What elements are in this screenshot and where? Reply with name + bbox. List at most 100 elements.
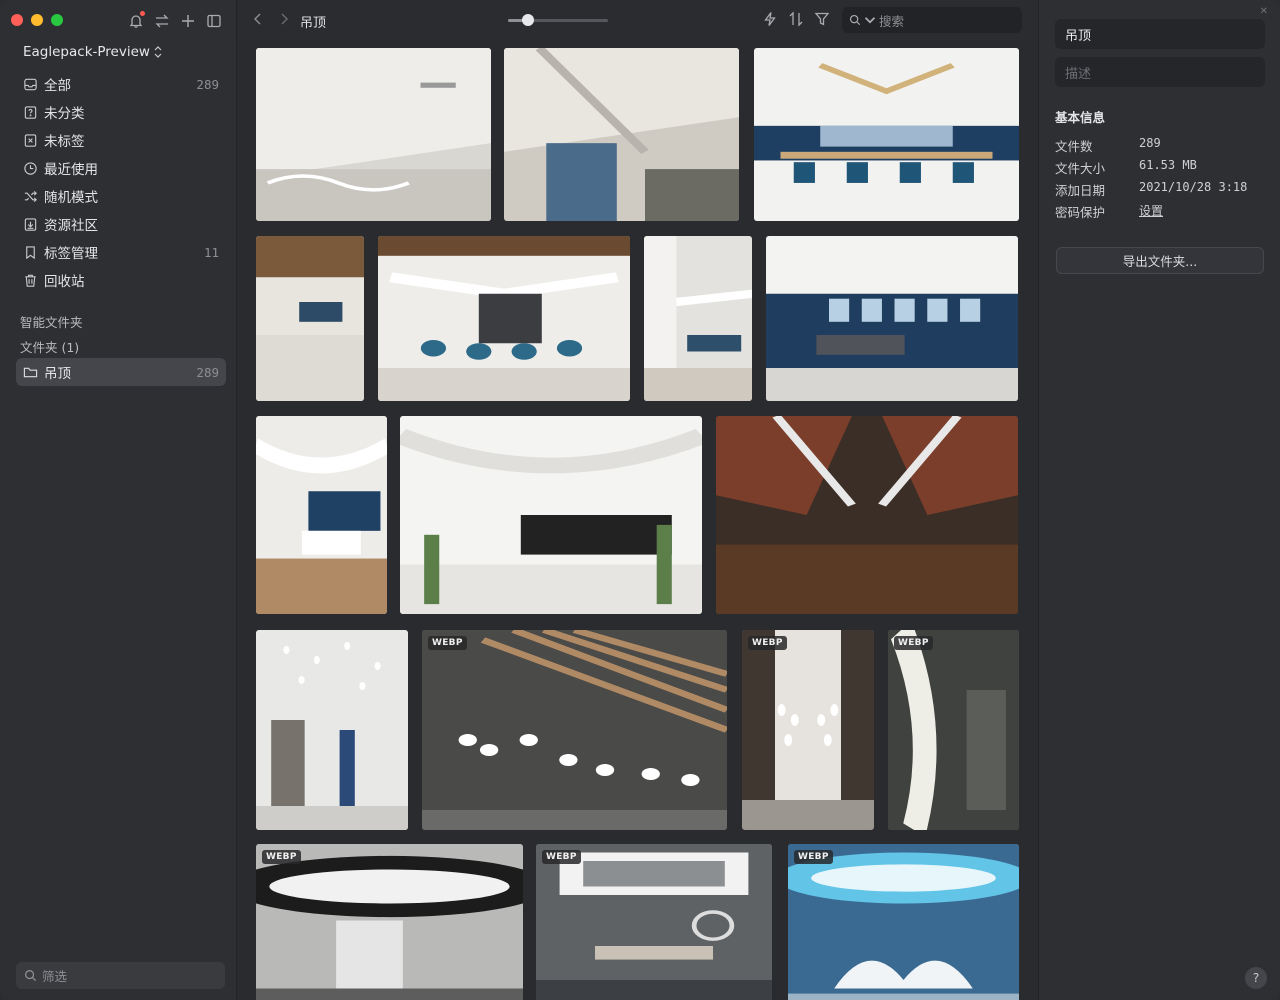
chevron-updown-icon [154, 46, 162, 58]
sidebar-item-label: 未标签 [44, 134, 85, 150]
export-folder-button[interactable]: 导出文件夹... [1056, 247, 1264, 274]
thumbnail-size-slider[interactable] [508, 14, 608, 26]
info-key: 添加日期 [1055, 183, 1106, 198]
zoom-window-button[interactable] [51, 14, 63, 26]
format-badge: WEBP [794, 850, 833, 864]
filter-button[interactable] [814, 11, 830, 31]
folder-name-field[interactable]: 吊顶 [1055, 19, 1265, 49]
image-thumbnail[interactable] [504, 48, 739, 221]
search-icon [25, 970, 37, 982]
image-thumbnail[interactable] [644, 236, 752, 401]
thumbnail-image [256, 416, 387, 614]
library-switcher[interactable]: Eaglepack-Preview [23, 44, 162, 60]
back-arrow-icon[interactable] [252, 12, 264, 26]
image-thumbnail[interactable] [766, 236, 1018, 401]
folders-heading[interactable]: 文件夹 (1) [20, 337, 79, 356]
close-window-button[interactable] [11, 14, 23, 26]
image-thumbnail[interactable]: WEBP [888, 630, 1019, 830]
sidebar-item-0[interactable]: 全部 289 [16, 70, 226, 98]
download-box-icon [22, 216, 38, 232]
sort-button[interactable] [788, 11, 804, 31]
sidebar-item-6[interactable]: 标签管理 11 [16, 238, 226, 266]
thumbnail-image [888, 630, 1019, 830]
filter-input[interactable]: 筛选 [16, 962, 225, 989]
swap-arrows-icon [155, 14, 169, 28]
sidebar-item-count: 289 [196, 76, 219, 92]
history-nav [252, 12, 290, 26]
sidebar-item-count: 11 [203, 244, 219, 260]
format-badge: WEBP [894, 636, 933, 650]
thumbnail-image [378, 236, 630, 401]
info-row-file-size: 文件大小 61.53 MB [1055, 158, 1265, 176]
image-thumbnail[interactable] [256, 416, 387, 614]
plus-icon [182, 15, 194, 27]
image-thumbnail[interactable] [256, 48, 491, 221]
filter-placeholder: 筛选 [42, 969, 68, 984]
notifications-button[interactable] [126, 11, 146, 31]
folder-item-diaoding[interactable]: 吊顶 289 [16, 358, 226, 386]
image-thumbnail[interactable] [400, 416, 702, 614]
sort-icon [789, 11, 803, 27]
thumbnail-image [422, 630, 727, 830]
clock-icon [22, 160, 38, 176]
image-thumbnail[interactable] [754, 48, 1019, 221]
folder-count: 289 [196, 364, 219, 380]
sidebar-item-4[interactable]: 随机模式 [16, 182, 226, 210]
image-thumbnail[interactable]: WEBP [788, 844, 1019, 1000]
sidebar-item-2[interactable]: 未标签 [16, 126, 226, 154]
sidebar-item-5[interactable]: 资源社区 [16, 210, 226, 238]
image-thumbnail[interactable]: WEBP [422, 630, 727, 830]
format-badge: WEBP [542, 850, 581, 864]
close-icon[interactable]: ✕ [1260, 6, 1268, 17]
search-icon [849, 14, 861, 26]
info-key: 文件数 [1055, 139, 1093, 154]
sidebar-item-label: 标签管理 [44, 246, 98, 262]
thumbnail-image [716, 416, 1018, 614]
smart-folders-heading[interactable]: 智能文件夹 [20, 312, 83, 331]
info-key: 密码保护 [1055, 205, 1106, 220]
quick-action-button[interactable] [762, 11, 778, 31]
sidebar-item-7[interactable]: 回收站 [16, 266, 226, 294]
minimize-window-button[interactable] [31, 14, 43, 26]
forward-arrow-icon[interactable] [278, 12, 290, 26]
thumbnail-image [754, 48, 1019, 221]
sidebar: Eaglepack-Preview 全部 289 未分类未标签最近使用随机模式资源社… [0, 0, 237, 1000]
format-badge: WEBP [748, 636, 787, 650]
image-thumbnail[interactable] [716, 416, 1018, 614]
folder-label: 吊顶 [44, 366, 71, 382]
help-button[interactable]: ? [1245, 967, 1267, 989]
thumbnail-image [256, 48, 491, 221]
thumbnail-image [766, 236, 1018, 401]
tag-x-icon [22, 132, 38, 148]
chevron-down-icon[interactable] [864, 14, 876, 26]
inbox-icon [22, 76, 38, 92]
add-button[interactable] [178, 11, 198, 31]
search-placeholder: 搜索 [879, 13, 905, 29]
sidebar-layout-icon [207, 14, 221, 28]
toggle-sidebar-button[interactable] [204, 11, 224, 31]
slider-knob[interactable] [522, 14, 534, 26]
image-thumbnail[interactable]: WEBP [536, 844, 772, 1000]
sync-button[interactable] [152, 11, 172, 31]
sidebar-nav: 全部 289 未分类未标签最近使用随机模式资源社区标签管理 11 回收站 [16, 70, 226, 294]
sidebar-item-1[interactable]: 未分类 [16, 98, 226, 126]
format-badge: WEBP [428, 636, 467, 650]
info-value: 289 [1139, 136, 1161, 150]
thumbnail-image [256, 630, 408, 830]
image-thumbnail[interactable] [256, 236, 364, 401]
info-value: 2021/10/28 3:18 [1139, 180, 1248, 194]
thumbnail-image [504, 48, 739, 221]
thumbnail-image [400, 416, 702, 614]
sidebar-item-label: 未分类 [44, 106, 85, 122]
search-input[interactable]: 搜索 [842, 7, 1022, 33]
sidebar-item-label: 随机模式 [44, 190, 98, 206]
lightning-icon [764, 12, 776, 26]
set-password-link[interactable]: 设置 [1139, 202, 1163, 219]
image-thumbnail[interactable] [378, 236, 630, 401]
image-thumbnail[interactable] [256, 630, 408, 830]
image-thumbnail[interactable]: WEBP [256, 844, 523, 1000]
description-field[interactable]: 描述 [1055, 57, 1265, 87]
image-thumbnail[interactable]: WEBP [742, 630, 874, 830]
sidebar-item-3[interactable]: 最近使用 [16, 154, 226, 182]
sidebar-toolbar [126, 11, 224, 31]
